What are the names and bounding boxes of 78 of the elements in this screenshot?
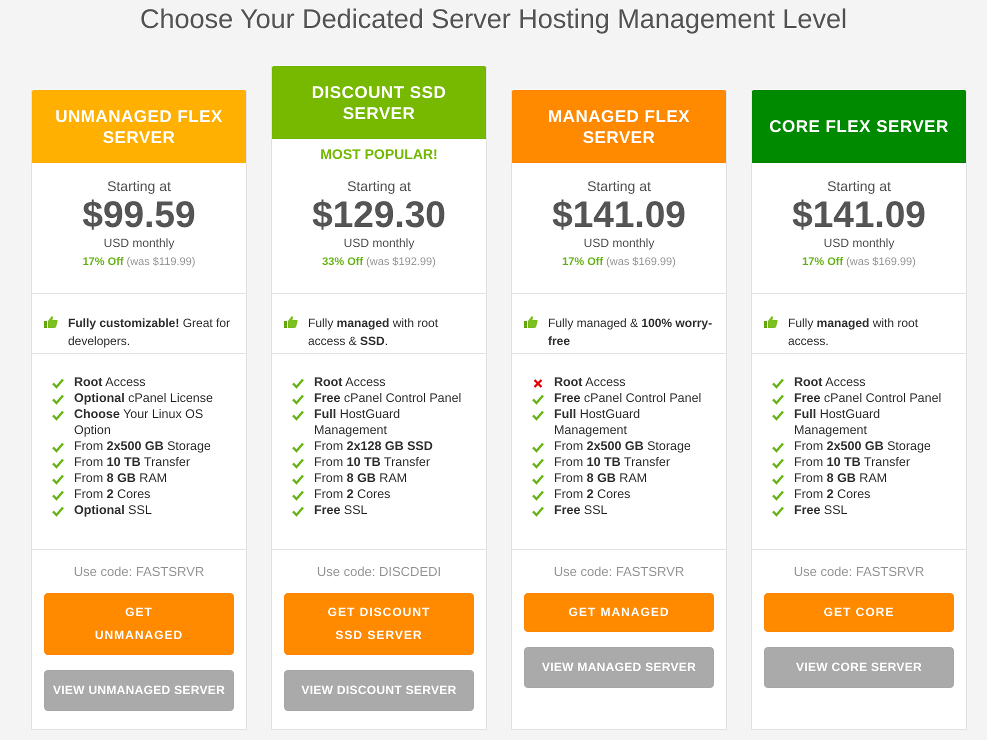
plan-tagline: Fully managed & 100% worry-free bbox=[548, 315, 714, 350]
was-price: (was $169.99) bbox=[606, 256, 676, 268]
get-plan-button[interactable]: GET CORE bbox=[764, 593, 954, 632]
feature-text: Root Access bbox=[314, 374, 386, 390]
feature-text: From 2 Cores bbox=[554, 486, 630, 502]
thumbs-up-icon bbox=[44, 316, 58, 328]
view-plan-button[interactable]: VIEW DISCOUNT SERVER bbox=[284, 670, 474, 711]
was-price: (was $192.99) bbox=[366, 256, 436, 268]
starting-label: Starting at bbox=[826, 177, 892, 195]
feature-text: From 10 TB Transfer bbox=[74, 454, 190, 470]
plan-tagline: Fully managed with root access. bbox=[788, 315, 920, 350]
feature-text: Free SSL bbox=[794, 502, 848, 518]
feature-text: From 8 GB RAM bbox=[554, 470, 648, 486]
feature-text: Free cPanel Control Panel bbox=[554, 390, 702, 406]
feature-text: Root Access bbox=[74, 374, 146, 390]
price: $141.09 bbox=[791, 195, 927, 235]
discount-label: 33% Off bbox=[322, 256, 364, 268]
feature-text: From 2x500 GB Storage bbox=[74, 438, 211, 454]
feature-text: Choose Your Linux OS Option bbox=[74, 406, 204, 438]
feature-text: Full HostGuard Management bbox=[794, 406, 882, 438]
feature-text: From 10 TB Transfer bbox=[554, 454, 670, 470]
promo-code: Use code: FASTSRVR bbox=[74, 564, 204, 579]
period-label: USD monthly bbox=[822, 235, 896, 251]
price: $141.09 bbox=[551, 195, 687, 235]
feature-text: From 2x500 GB Storage bbox=[794, 438, 931, 454]
thumbs-up-icon bbox=[284, 316, 298, 328]
feature-text: Optional SSL bbox=[74, 502, 152, 518]
feature-text: From 2 Cores bbox=[314, 486, 390, 502]
page-title: Choose Your Dedicated Server Hosting Management Level bbox=[139, 3, 848, 36]
plan-tagline: Fully customizable! Great for developers. bbox=[68, 315, 232, 350]
feature-text: Free SSL bbox=[554, 502, 608, 518]
feature-text: Full HostGuard Management bbox=[554, 406, 642, 438]
get-plan-button[interactable]: GET DISCOUNT SSD SERVER bbox=[284, 593, 474, 655]
was-price: (was $119.99) bbox=[126, 256, 196, 268]
feature-text: From 8 GB RAM bbox=[74, 470, 168, 486]
period-label: USD monthly bbox=[342, 235, 416, 251]
feature-text: Free cPanel Control Panel bbox=[314, 390, 462, 406]
plan-name: CORE FLEX SERVER bbox=[769, 116, 949, 137]
starting-label: Starting at bbox=[346, 177, 412, 195]
price: $129.30 bbox=[311, 195, 447, 235]
feature-text: From 2x128 GB SSD bbox=[314, 438, 433, 454]
starting-label: Starting at bbox=[106, 177, 172, 195]
feature-text: From 2 Cores bbox=[794, 486, 870, 502]
was-price: (was $169.99) bbox=[846, 256, 916, 268]
popular-label: MOST POPULAR! bbox=[319, 145, 439, 163]
promo-code: Use code: DISCDEDI bbox=[316, 564, 442, 579]
plan-name: UNMANAGED FLEX SERVER bbox=[54, 106, 224, 148]
plan-name: DISCOUNT SSD SERVER bbox=[310, 82, 448, 124]
feature-text: From 8 GB RAM bbox=[314, 470, 408, 486]
promo-code: Use code: FASTSRVR bbox=[794, 564, 924, 579]
view-plan-button[interactable]: VIEW UNMANAGED SERVER bbox=[44, 670, 234, 711]
plan-tagline: Fully managed with root access & SSD. bbox=[308, 315, 440, 350]
discount-label: 17% Off bbox=[562, 256, 604, 268]
get-plan-button[interactable]: GET UNMANAGED bbox=[44, 593, 234, 655]
thumbs-up-icon bbox=[524, 316, 538, 328]
feature-text: Optional cPanel License bbox=[74, 390, 213, 406]
period-label: USD monthly bbox=[582, 235, 656, 251]
discount-label: 17% Off bbox=[802, 256, 844, 268]
feature-text: From 2x500 GB Storage bbox=[554, 438, 691, 454]
feature-text: Full HostGuard Management bbox=[314, 406, 402, 438]
get-plan-button[interactable]: GET MANAGED bbox=[524, 593, 714, 632]
feature-text: Root Access bbox=[554, 374, 626, 390]
view-plan-button[interactable]: VIEW MANAGED SERVER bbox=[524, 647, 714, 688]
promo-code: Use code: FASTSRVR bbox=[554, 564, 684, 579]
feature-text: Root Access bbox=[794, 374, 866, 390]
feature-text: Free SSL bbox=[314, 502, 368, 518]
feature-text: From 10 TB Transfer bbox=[794, 454, 910, 470]
feature-text: Free cPanel Control Panel bbox=[794, 390, 942, 406]
discount-label: 17% Off bbox=[82, 256, 124, 268]
feature-text: From 10 TB Transfer bbox=[314, 454, 430, 470]
feature-text: From 2 Cores bbox=[74, 486, 150, 502]
thumbs-up-icon bbox=[764, 316, 778, 328]
period-label: USD monthly bbox=[102, 235, 176, 251]
starting-label: Starting at bbox=[586, 177, 652, 195]
view-plan-button[interactable]: VIEW CORE SERVER bbox=[764, 647, 954, 688]
plan-name: MANAGED FLEX SERVER bbox=[547, 106, 691, 148]
feature-text: From 8 GB RAM bbox=[794, 470, 888, 486]
price: $99.59 bbox=[81, 195, 197, 235]
